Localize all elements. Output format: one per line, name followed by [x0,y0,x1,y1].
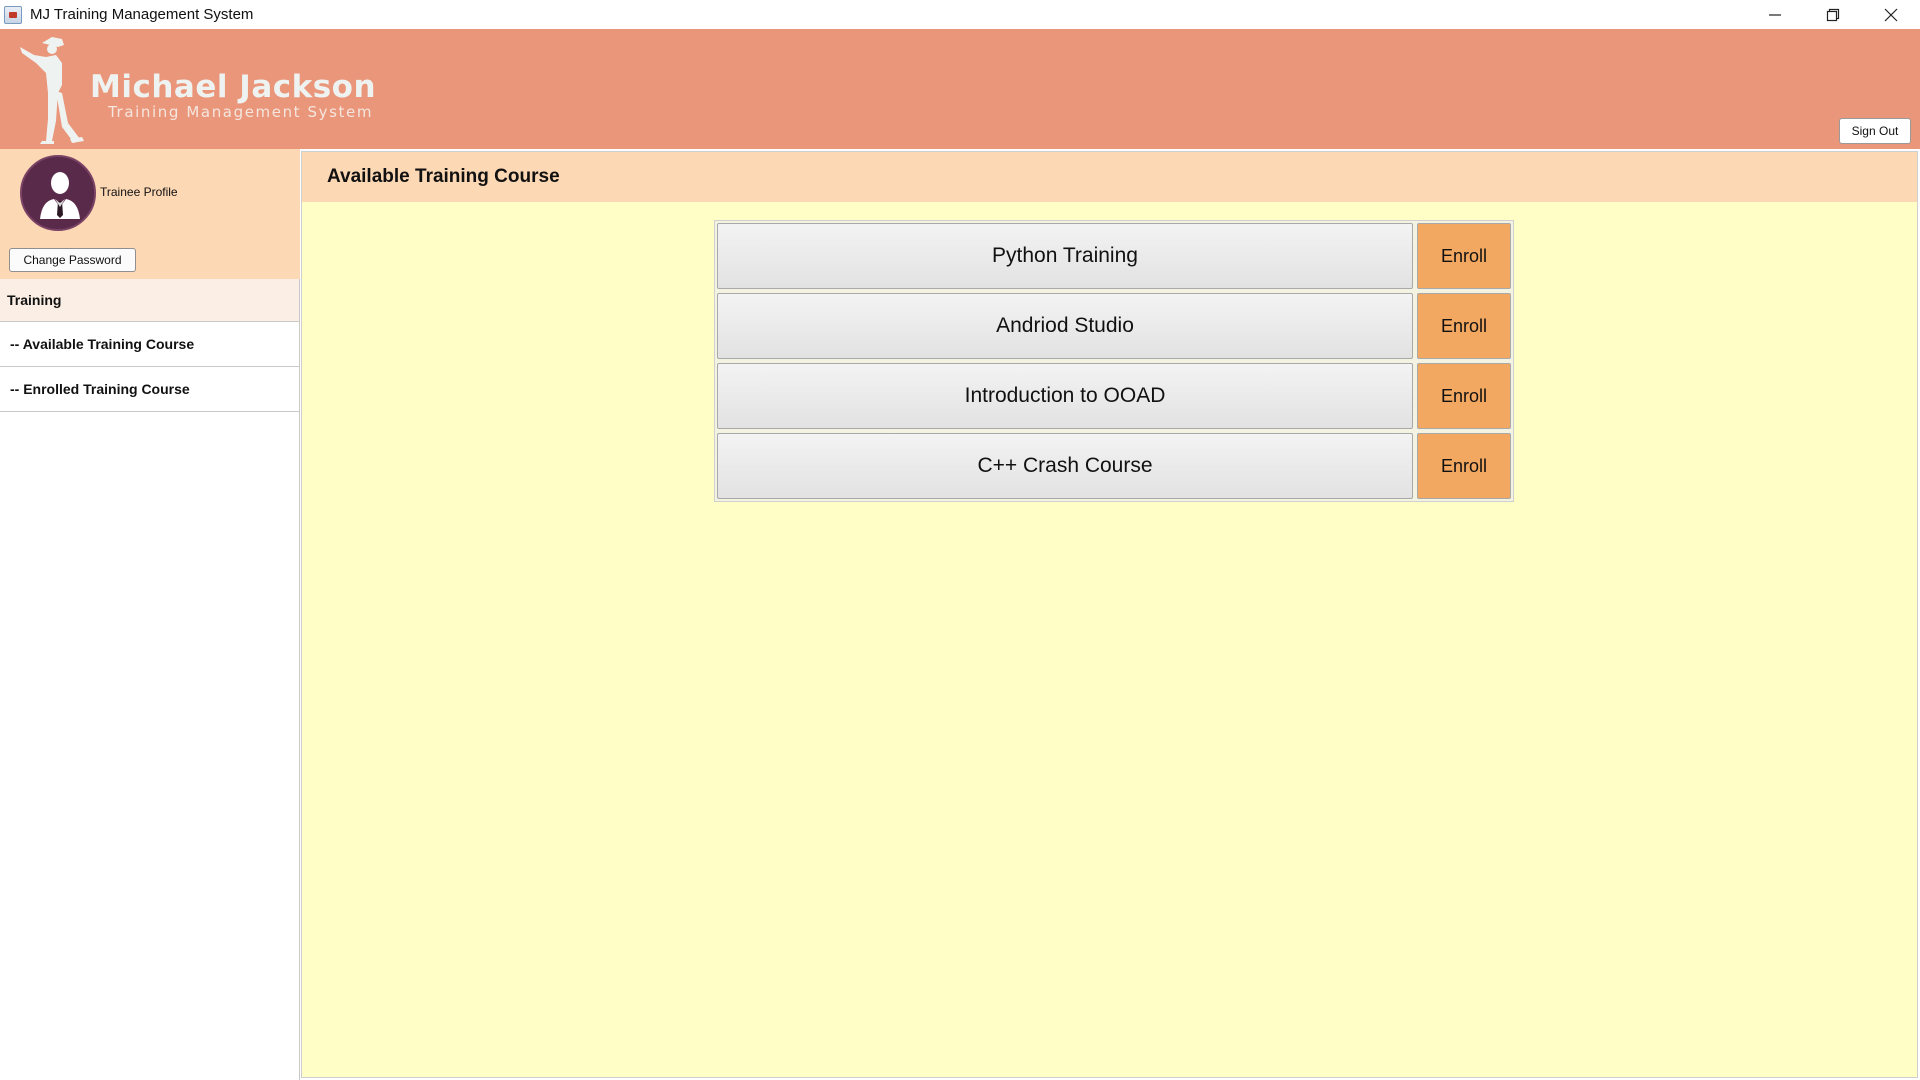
course-button[interactable]: C++ Crash Course [717,433,1413,499]
enroll-button[interactable]: Enroll [1417,223,1511,289]
sidebar-item-enrolled-courses[interactable]: -- Enrolled Training Course [0,367,299,412]
course-row: Andriod Studio Enroll [717,293,1511,359]
close-icon[interactable] [1862,0,1920,29]
window-titlebar: MJ Training Management System [0,0,1920,29]
window-controls [1746,0,1920,29]
course-button[interactable]: Python Training [717,223,1413,289]
course-row: C++ Crash Course Enroll [717,433,1511,499]
app-header: Michael Jackson Training Management Syst… [0,29,1920,149]
enroll-button[interactable]: Enroll [1417,363,1511,429]
main-panel: Available Training Course Python Trainin… [301,151,1918,1078]
page-title: Available Training Course [302,152,1917,202]
enroll-button[interactable]: Enroll [1417,433,1511,499]
sidebar-section-training: Training [0,279,299,322]
java-cup-icon [4,5,22,24]
restore-icon[interactable] [1804,0,1862,29]
sign-out-button[interactable]: Sign Out [1839,118,1911,144]
dancer-silhouette-logo [20,37,84,144]
profile-label[interactable]: Trainee Profile [100,185,178,199]
course-row: Python Training Enroll [717,223,1511,289]
enroll-button[interactable]: Enroll [1417,293,1511,359]
user-avatar-icon[interactable] [20,155,96,231]
course-list: Python Training Enroll Andriod Studio En… [714,220,1514,502]
change-password-button[interactable]: Change Password [9,248,136,272]
window-title: MJ Training Management System [30,6,254,23]
sidebar-item-available-courses[interactable]: -- Available Training Course [0,322,299,367]
sidebar: Trainee Profile Change Password Training… [0,149,300,1080]
brand-subtitle: Training Management System [108,103,374,121]
course-button[interactable]: Andriod Studio [717,293,1413,359]
profile-panel: Trainee Profile Change Password [0,149,300,279]
minimize-icon[interactable] [1746,0,1804,29]
course-button[interactable]: Introduction to OOAD [717,363,1413,429]
brand-title: Michael Jackson [90,69,377,105]
course-row: Introduction to OOAD Enroll [717,363,1511,429]
